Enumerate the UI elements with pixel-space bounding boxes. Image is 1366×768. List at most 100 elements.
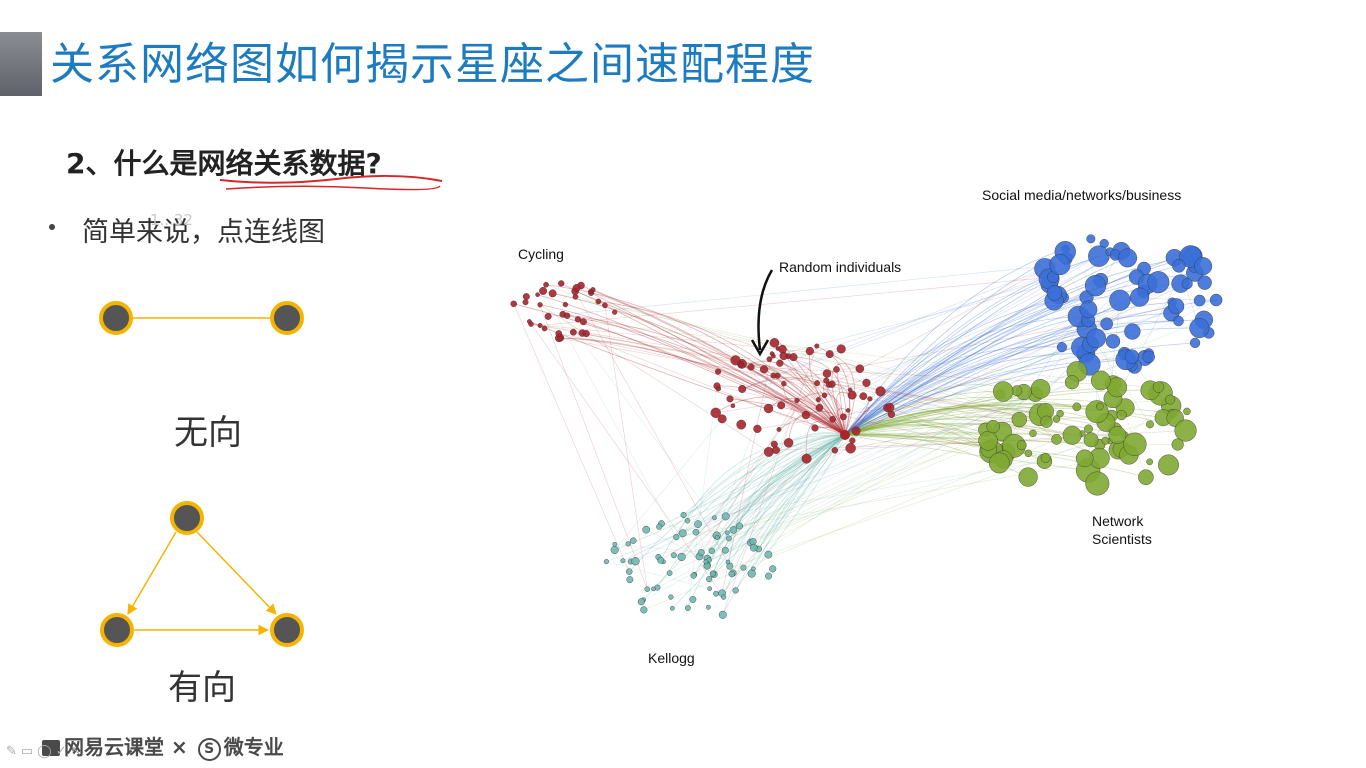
network-node [1116, 409, 1127, 421]
network-node [1091, 370, 1111, 391]
network-node [747, 569, 756, 578]
network-node [847, 390, 857, 400]
network-node [801, 453, 812, 464]
network-node [666, 570, 673, 576]
network-node [1194, 257, 1213, 276]
network-node [845, 408, 851, 413]
network-node [1046, 285, 1063, 301]
network-node [781, 381, 787, 387]
network-node [637, 598, 645, 606]
network-node [772, 446, 780, 454]
network-node [814, 380, 821, 387]
network-node [631, 557, 640, 566]
network-node [766, 356, 773, 363]
network-node [673, 534, 680, 541]
network-node [1056, 409, 1064, 418]
network-node [730, 403, 736, 408]
network-edge [539, 304, 770, 453]
random-individuals-arrow [757, 269, 774, 351]
network-node [815, 397, 821, 403]
network-node [1124, 349, 1140, 364]
network-node [1030, 379, 1051, 399]
network-node [717, 414, 727, 424]
network-node [684, 517, 691, 524]
network-node [1100, 317, 1113, 331]
network-node [625, 541, 631, 547]
network-node [1056, 342, 1067, 353]
network-node [1183, 407, 1191, 416]
network-node [603, 559, 609, 565]
network-node [763, 403, 774, 414]
network-node [1024, 449, 1033, 458]
network-node [657, 556, 665, 564]
network-node [707, 586, 712, 591]
label-network-line2: Scientists [1092, 531, 1152, 547]
network-node [680, 512, 687, 519]
network-hub-node [840, 430, 850, 440]
network-node [814, 343, 820, 349]
network-node [1146, 420, 1154, 429]
network-node [537, 302, 543, 308]
network-edge [539, 304, 648, 590]
network-node [1165, 394, 1176, 405]
network-node [822, 369, 832, 378]
network-node [1088, 245, 1110, 267]
network-node [510, 300, 517, 308]
network-node [1158, 454, 1179, 476]
network-node [1118, 248, 1138, 268]
network-node [1085, 400, 1109, 424]
network-node [1209, 293, 1223, 307]
network-node [1172, 259, 1186, 273]
network-node [777, 401, 786, 410]
network-node [801, 410, 810, 420]
network-node [815, 403, 824, 412]
network-node [776, 427, 782, 432]
network-node [765, 572, 772, 580]
network-edge [542, 290, 677, 538]
network-node [776, 359, 784, 367]
network-node [539, 287, 548, 295]
network-node [543, 281, 549, 288]
network-node [640, 606, 648, 614]
network-node [764, 550, 773, 559]
network-node [779, 351, 788, 361]
network-node [690, 572, 697, 579]
network-node [1193, 294, 1206, 307]
network-node [1096, 402, 1104, 411]
network-node [725, 559, 731, 565]
network-node [1109, 289, 1131, 311]
network-node [811, 424, 819, 432]
network-node [1084, 275, 1107, 297]
network-node [694, 520, 702, 528]
network-node [562, 301, 569, 308]
network-node [1011, 411, 1027, 428]
network-node [721, 512, 730, 521]
network-edge [614, 418, 723, 551]
network-node [588, 289, 593, 295]
network-node [736, 419, 747, 430]
network-node [839, 413, 847, 421]
network-node [1152, 381, 1165, 393]
network-node [708, 547, 715, 554]
network-node [759, 365, 769, 374]
network-node [1189, 337, 1201, 348]
network-node [783, 438, 794, 448]
network-node [836, 344, 846, 354]
network-node [670, 552, 677, 559]
network-node [732, 587, 739, 594]
network-node [1040, 415, 1053, 428]
label-social-media: Social media/networks/business [982, 187, 1182, 203]
network-node [1130, 287, 1150, 307]
network-node [1174, 419, 1197, 442]
network-node [736, 522, 744, 530]
network-node [718, 610, 727, 619]
network-node [612, 541, 617, 547]
network-node [1105, 334, 1121, 349]
network-node [715, 368, 722, 375]
network-node [1146, 458, 1153, 466]
network-node [1075, 449, 1094, 468]
network-node [1181, 278, 1193, 290]
network-node [1062, 425, 1082, 445]
annotation-toolbar[interactable]: ✎▭◯✓↖ [6, 744, 86, 759]
network-node [602, 302, 608, 309]
